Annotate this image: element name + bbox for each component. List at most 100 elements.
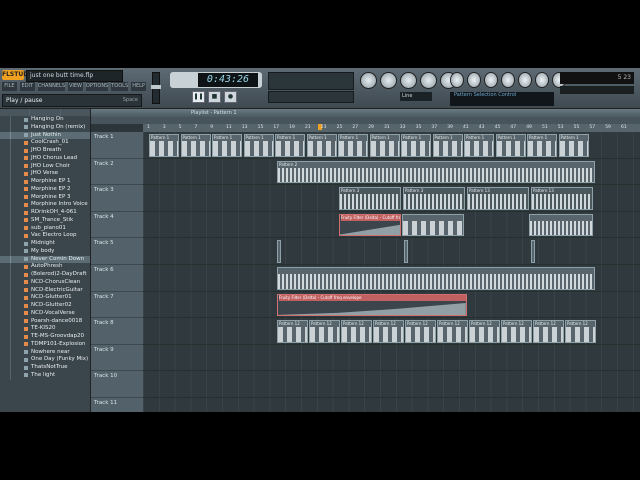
- browser-file[interactable]: JHO Verse: [0, 170, 90, 178]
- browser-folder[interactable]: Nowhere near: [0, 348, 90, 357]
- menu-options[interactable]: OPTIONS: [85, 82, 109, 91]
- browser-file[interactable]: JHO Breath: [0, 147, 90, 155]
- pattern-clip[interactable]: Pattern 12: [501, 320, 532, 343]
- browser-file[interactable]: (Bolerod)2-DayDraft: [0, 271, 90, 279]
- record-button[interactable]: ●: [224, 91, 237, 103]
- menu-view[interactable]: VIEW: [68, 82, 83, 91]
- pattern-clip[interactable]: Pattern 1: [464, 134, 494, 157]
- pattern-clip[interactable]: [277, 240, 281, 263]
- track-header[interactable]: Track 9: [91, 345, 143, 372]
- step-sequencer-shortcut-icon[interactable]: [380, 72, 397, 89]
- pattern-clip[interactable]: Pattern 1: [212, 134, 242, 157]
- menu-help[interactable]: HELP: [131, 82, 147, 91]
- pattern-clip[interactable]: Pattern 1: [149, 134, 179, 157]
- browser-file[interactable]: JHO Chorus Lead: [0, 154, 90, 163]
- volume-handle[interactable]: [151, 85, 161, 89]
- pattern-clip[interactable]: Pattern 12: [565, 320, 596, 343]
- pattern-clip[interactable]: [529, 213, 593, 237]
- browser-folder[interactable]: Midnight: [0, 240, 90, 248]
- pattern-clip[interactable]: Pattern 12: [341, 320, 372, 343]
- pattern-clip[interactable]: Pattern 12: [309, 320, 340, 343]
- browser-folder[interactable]: Never Comin Down: [0, 255, 90, 264]
- pattern-clip[interactable]: Pattern 1: [369, 134, 400, 157]
- browser-file[interactable]: Poarsh-dance0018: [0, 317, 90, 326]
- track-header[interactable]: Track 5: [91, 238, 143, 265]
- track-lane[interactable]: [143, 398, 640, 412]
- song-position-clock[interactable]: 0:43:26: [198, 73, 258, 87]
- browser-file[interactable]: SM_Trance_Stik: [0, 216, 90, 225]
- track-header[interactable]: Track 2: [91, 159, 143, 186]
- pattern-clip[interactable]: Pattern 1: [527, 134, 557, 157]
- pattern-clip[interactable]: Pattern 12: [437, 320, 468, 343]
- pattern-clip[interactable]: Pattern 1: [401, 134, 431, 157]
- browser-file[interactable]: Morphine Intro Voice: [0, 201, 90, 209]
- tool-button-3[interactable]: [484, 72, 498, 88]
- browser-file[interactable]: NCD-VocalVerse: [0, 309, 90, 318]
- track-header[interactable]: Track 4: [91, 212, 143, 239]
- menu-tools[interactable]: TOOLS: [111, 82, 129, 91]
- browser-folder[interactable]: ThatsNotTrue: [0, 364, 90, 372]
- browser-folder[interactable]: One Day (Funky Mix): [0, 356, 90, 364]
- pattern-clip[interactable]: Pattern 1: [432, 134, 463, 157]
- pattern-clip[interactable]: Pattern 1: [275, 134, 305, 157]
- browser-file[interactable]: Morphine EP 2: [0, 185, 90, 194]
- pattern-clip[interactable]: Pattern 1: [495, 134, 526, 157]
- track-header[interactable]: Track 1: [91, 132, 143, 159]
- pattern-clip[interactable]: [404, 240, 408, 263]
- track-header[interactable]: Track 6: [91, 265, 143, 292]
- browser-shortcut-icon[interactable]: [420, 72, 437, 89]
- browser-folder[interactable]: Hanging On (remix): [0, 123, 90, 132]
- snap-select[interactable]: Line: [400, 92, 432, 101]
- pattern-clip[interactable]: Pattern 3: [339, 187, 401, 210]
- browser-file[interactable]: NCD-Glutter02: [0, 302, 90, 310]
- pattern-clip[interactable]: Pattern 12: [469, 320, 500, 343]
- pattern-selector[interactable]: [268, 91, 354, 103]
- pattern-clip[interactable]: Pattern 12: [533, 320, 564, 343]
- pattern-clip[interactable]: [402, 213, 464, 237]
- browser-file[interactable]: Morphine EP 1: [0, 178, 90, 186]
- browser-file[interactable]: TE-KIS20: [0, 325, 90, 333]
- track-header[interactable]: Track 3: [91, 185, 143, 212]
- tool-button-5[interactable]: [518, 72, 532, 88]
- menu-edit[interactable]: EDIT: [19, 82, 35, 91]
- track-header[interactable]: Track 10: [91, 371, 143, 398]
- pattern-clip[interactable]: Pattern 1: [243, 134, 274, 157]
- pattern-clip[interactable]: Pattern 12: [405, 320, 436, 343]
- browser-file[interactable]: Morphine EP 3: [0, 193, 90, 202]
- fl-studio-logo[interactable]: FLSTUDIO: [2, 70, 36, 80]
- browser-folder[interactable]: Hanging On: [0, 116, 90, 124]
- menu-file[interactable]: FILE: [2, 82, 17, 91]
- browser-file[interactable]: RDrinkOH_4-061: [0, 209, 90, 217]
- browser-tab-3[interactable]: [60, 109, 90, 116]
- tool-button-4[interactable]: [501, 72, 515, 88]
- browser-file[interactable]: sub_piano01: [0, 224, 90, 233]
- track-lane[interactable]: [143, 345, 640, 372]
- track-header[interactable]: Track 11: [91, 398, 143, 412]
- pattern-clip[interactable]: Pattern 12: [373, 320, 404, 343]
- tool-button-1[interactable]: [450, 72, 464, 88]
- browser-file[interactable]: NCD-Glutter01: [0, 294, 90, 302]
- pattern-clip[interactable]: Pattern 1: [306, 134, 337, 157]
- browser-file[interactable]: CoolCrash_01: [0, 139, 90, 147]
- timeline-ruler[interactable]: 1 3 5 7 9 11 13 15 17 19 21 23 25 27 29 31 33 35 37 39 41 43 4…: [143, 124, 640, 132]
- browser-tab-1[interactable]: [0, 109, 30, 116]
- pattern-clip[interactable]: Pattern 1: [338, 134, 368, 157]
- track-lane[interactable]: [143, 238, 640, 265]
- browser-tab-2[interactable]: [30, 109, 60, 116]
- pause-button[interactable]: ❚❚: [192, 91, 205, 103]
- pattern-clip[interactable]: Pattern 2: [277, 160, 595, 184]
- track-header[interactable]: Track 7: [91, 292, 143, 319]
- browser-file[interactable]: JHO Low Choir: [0, 162, 90, 171]
- playlist-shortcut-icon[interactable]: [360, 72, 377, 89]
- browser-file[interactable]: NCD-ElectricGuitar: [0, 286, 90, 295]
- track-header[interactable]: Track 8: [91, 318, 143, 345]
- pattern-clip[interactable]: [531, 240, 535, 263]
- browser-folder[interactable]: The light: [0, 371, 90, 380]
- stop-button[interactable]: ■: [208, 91, 221, 103]
- tool-button-2[interactable]: [467, 72, 481, 88]
- browser-file[interactable]: Vac Electro Loop: [0, 232, 90, 240]
- pattern-clip[interactable]: Pattern 1: [180, 134, 211, 157]
- pattern-clip[interactable]: [277, 267, 595, 290]
- piano-roll-shortcut-icon[interactable]: [400, 72, 417, 89]
- playlist-titlebar[interactable]: Playlist - Pattern 1: [91, 109, 640, 117]
